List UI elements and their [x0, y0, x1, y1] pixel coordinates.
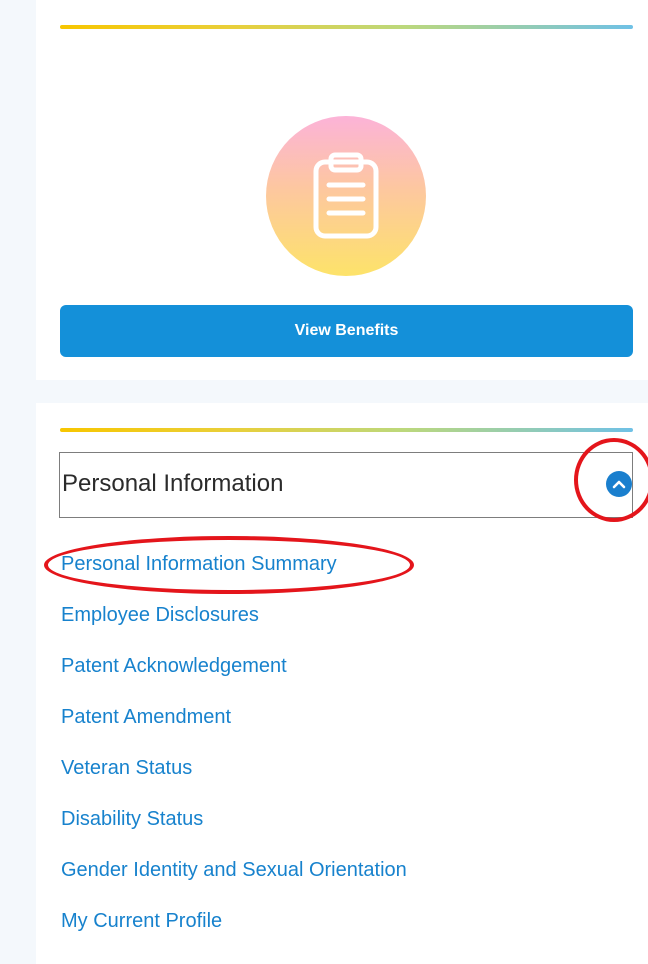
- benefits-card-accent-bar: [60, 25, 633, 29]
- link-my-current-profile[interactable]: My Current Profile: [61, 907, 407, 958]
- link-patent-amendment[interactable]: Patent Amendment: [61, 703, 407, 754]
- link-disability-status[interactable]: Disability Status: [61, 805, 407, 856]
- page: View Benefits Personal Information Perso…: [0, 0, 648, 964]
- benefits-icon-circle: [266, 116, 426, 276]
- link-veteran-status[interactable]: Veteran Status: [61, 754, 407, 805]
- section-separator: [36, 380, 648, 403]
- personal-information-title: Personal Information: [62, 470, 284, 497]
- clipboard-icon: [313, 152, 379, 239]
- link-gender-identity-and-sexual-orientation[interactable]: Gender Identity and Sexual Orientation: [61, 856, 407, 907]
- personal-information-links: Personal Information Summary Employee Di…: [61, 550, 407, 958]
- view-benefits-button[interactable]: View Benefits: [60, 305, 633, 357]
- accordion-toggle-button[interactable]: [606, 471, 632, 497]
- chevron-up-icon: [612, 480, 626, 489]
- personal-information-accordion-header[interactable]: Personal Information: [59, 452, 633, 518]
- link-personal-information-summary[interactable]: Personal Information Summary: [61, 550, 407, 601]
- link-patent-acknowledgement[interactable]: Patent Acknowledgement: [61, 652, 407, 703]
- personal-info-accent-bar: [60, 428, 633, 432]
- link-employee-disclosures[interactable]: Employee Disclosures: [61, 601, 407, 652]
- left-rail: [0, 0, 36, 964]
